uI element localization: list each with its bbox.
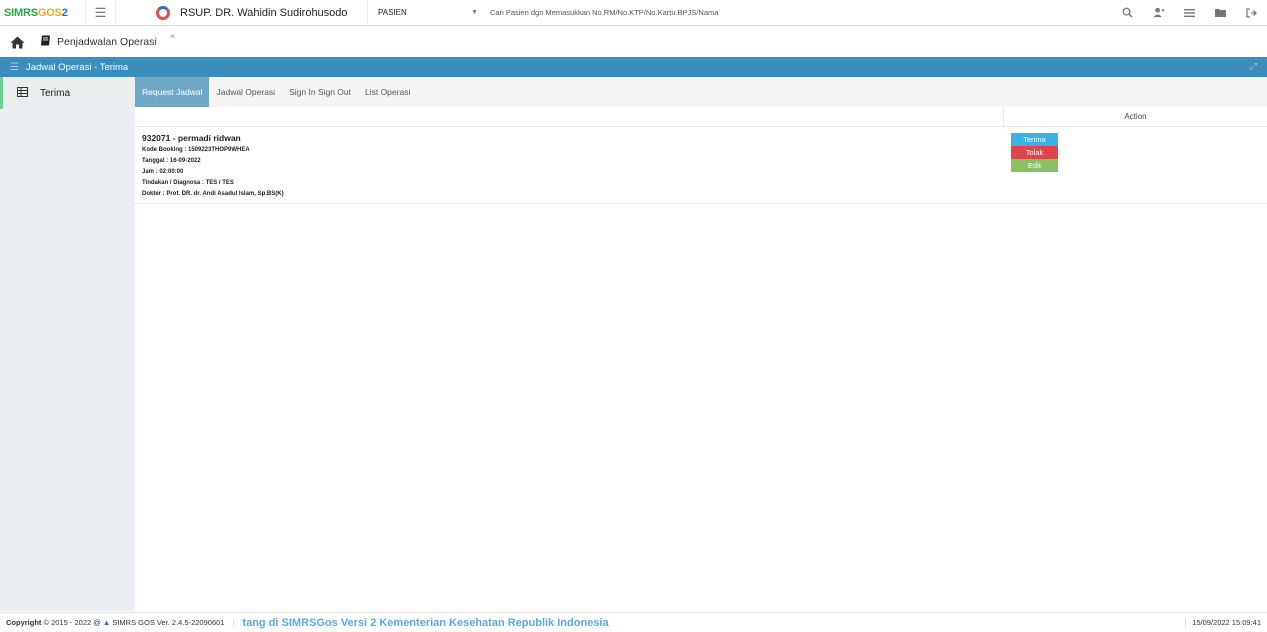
app-logo[interactable]: SIMRSGOS2 — [0, 0, 86, 26]
logo-part-simrs: SIMRS — [4, 6, 38, 19]
subtab-bar: Request Jadwal Jadwal Operasi Sign In Si… — [135, 77, 1267, 107]
patient-search-input[interactable]: Cari Pasien dgn Memasukkan No.RM/No.KTP/… — [484, 0, 1112, 26]
home-icon[interactable] — [0, 27, 34, 57]
server-datetime: 15/09/2022 15:09:41 — [1185, 618, 1261, 627]
tab-request-jadwal[interactable]: Request Jadwal — [135, 77, 210, 107]
caret-down-icon: ▼ — [471, 9, 478, 16]
tab-sign-in-sign-out[interactable]: Sign In Sign Out — [282, 77, 358, 107]
panel-menu-icon[interactable]: ☰ — [10, 62, 19, 73]
row-actions: Terima Tolak Edit — [1004, 127, 1267, 203]
pasien-select-label: PASIEN — [378, 8, 407, 17]
copyright-icon: © — [43, 618, 50, 627]
patient-title: 932071 - permadi ridwan — [142, 133, 241, 143]
panel-header: ☰ Jadwal Operasi - Terima ⤢ — [0, 57, 1267, 77]
add-user-icon[interactable] — [1143, 0, 1174, 26]
tab-strip: Penjadwalan Operasi × — [0, 27, 1267, 57]
tab-penjadwalan-operasi[interactable]: Penjadwalan Operasi × — [34, 27, 181, 57]
table-header-info — [135, 107, 1004, 126]
close-tab-icon[interactable]: × — [170, 32, 175, 41]
search-icon[interactable] — [1112, 0, 1143, 26]
table-row: 932071 - permadi ridwan Kode Booking : 1… — [135, 127, 1267, 204]
edit-button[interactable]: Edit — [1011, 159, 1058, 172]
table-icon — [17, 86, 28, 100]
terima-button[interactable]: Terima — [1011, 133, 1058, 146]
sidebar-item-terima[interactable]: Terima — [0, 77, 135, 109]
tab-jadwal-operasi[interactable]: Jadwal Operasi — [209, 77, 282, 107]
hospital-brand: RSUP. DR. Wahidin Sudirohusodo — [116, 0, 368, 26]
list-icon[interactable] — [1174, 0, 1205, 26]
logout-icon[interactable] — [1236, 0, 1267, 26]
kode-booking: Kode Booking : 1509223THOP9WHEA — [142, 147, 250, 153]
sidebar-item-label: Terima — [40, 87, 71, 99]
app-version: SIMRS GOS Ver. 2.4.5-22090601 — [112, 618, 225, 627]
main-content: Request Jadwal Jadwal Operasi Sign In Si… — [135, 77, 1267, 611]
tab-list-operasi[interactable]: List Operasi — [358, 77, 417, 107]
hospital-logo-icon — [156, 5, 170, 20]
dokter: Dokter : Prof. DR. dr. Andi Asadul Islam… — [142, 191, 284, 197]
tab-label: Penjadwalan Operasi — [57, 36, 157, 48]
copyright-years: 2015 - 2022 @ — [51, 618, 101, 627]
folder-icon[interactable] — [1205, 0, 1236, 26]
table-header: Action — [135, 107, 1267, 127]
left-sidebar: Terima — [0, 77, 135, 611]
hospital-name: RSUP. DR. Wahidin Sudirohusodo — [180, 6, 348, 19]
jam: Jam : 02:00:00 — [142, 169, 184, 175]
top-navbar: SIMRSGOS2 ☰ RSUP. DR. Wahidin Sudirohuso… — [0, 0, 1267, 26]
book-icon — [40, 35, 51, 49]
tolak-button[interactable]: Tolak — [1011, 146, 1058, 159]
table-header-action: Action — [1124, 112, 1147, 121]
copyright-label: Copyright — [6, 618, 42, 627]
panel-title: Jadwal Operasi - Terima — [25, 61, 129, 73]
logo-part-gos: GOS — [37, 6, 62, 19]
expand-icon[interactable]: ⤢ — [1250, 61, 1257, 72]
tindakan-diagnosa: Tindakan / Diagnosa : TES / TES — [142, 180, 234, 186]
menu-toggle-icon[interactable]: ☰ — [86, 0, 116, 26]
logo-part-version: 2 — [61, 6, 68, 19]
running-text: tang di SIMRSGos Versi 2 Kementerian Kes… — [242, 616, 609, 629]
tanggal: Tanggal : 16-09-2022 — [142, 158, 201, 164]
request-info: 932071 - permadi ridwan Kode Booking : 1… — [135, 127, 1004, 203]
pasien-type-select[interactable]: PASIEN ▼ — [368, 0, 484, 26]
simrs-small-logo-icon: ▲ — [102, 618, 111, 627]
footer: Copyright © 2015 - 2022 @ ▲ SIMRS GOS Ve… — [0, 612, 1267, 632]
footer-divider: | — [232, 618, 235, 627]
